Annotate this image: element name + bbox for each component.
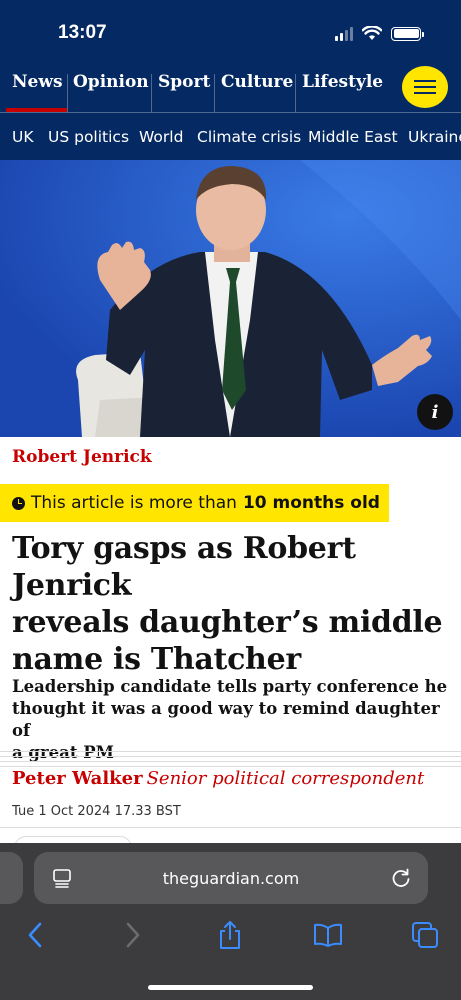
age-warning-duration: 10 months old — [242, 493, 380, 513]
hamburger-icon — [414, 80, 436, 82]
byline: Peter Walker Senior political corresponde… — [12, 768, 424, 789]
back-button[interactable] — [18, 918, 52, 952]
menu-button[interactable] — [402, 66, 448, 108]
pillar-lifestyle[interactable]: Lifestyle — [296, 62, 396, 112]
status-icons — [335, 26, 424, 41]
home-indicator — [148, 985, 313, 990]
divider — [0, 751, 461, 752]
pillar-lifestyle-label: Lifestyle — [302, 72, 384, 92]
pillar-sport[interactable]: Sport — [152, 62, 214, 112]
image-info-button[interactable]: i — [417, 394, 453, 430]
hero-photo — [0, 160, 461, 437]
standfirst-line: thought it was a good way to remind daug… — [12, 699, 440, 740]
subnav-item-climate-crisis[interactable]: Climate crisis — [197, 128, 301, 146]
tabs-button[interactable] — [408, 918, 442, 952]
pillar-opinion-label: Opinion — [73, 72, 149, 92]
divider — [0, 756, 461, 757]
headline-line: reveals daughter’s middle — [12, 605, 443, 640]
hamburger-icon-bar — [414, 92, 436, 94]
subnav: UK US politics World Climate crisis Midd… — [0, 113, 461, 160]
cellular-signal-icon — [335, 26, 353, 41]
forward-button[interactable] — [116, 918, 150, 952]
wifi-icon — [362, 26, 382, 40]
age-warning-text: This article is more than — [31, 493, 237, 513]
series-kicker[interactable]: Robert Jenrick — [12, 447, 152, 467]
share-icon — [220, 921, 240, 949]
status-time: 13:07 — [58, 22, 107, 43]
headline-line: name is Thatcher — [12, 642, 301, 677]
subnav-item-us-politics[interactable]: US politics — [48, 128, 129, 146]
reload-icon[interactable] — [390, 867, 412, 889]
pillar-news-label: News — [12, 72, 63, 92]
subnav-item-world[interactable]: World — [139, 128, 183, 146]
url-text[interactable]: theguardian.com — [34, 869, 428, 888]
divider — [0, 766, 461, 767]
publish-date: Tue 1 Oct 2024 17.33 BST — [12, 804, 181, 819]
pillar-news[interactable]: News — [6, 62, 67, 112]
hero-image — [0, 160, 461, 437]
author-role: Senior political correspondent — [146, 768, 425, 789]
pillar-sport-label: Sport — [158, 72, 211, 92]
status-bar: 13:07 — [0, 0, 461, 62]
previous-tab-peek[interactable] — [0, 852, 23, 904]
pillar-culture-label: Culture — [221, 72, 294, 92]
divider — [0, 761, 461, 762]
tabs-icon — [412, 922, 438, 948]
article-age-warning: This article is more than 10 months old — [0, 484, 389, 522]
pillar-nav: News Opinion Sport Culture Lifestyle — [0, 62, 461, 112]
author-link[interactable]: Peter Walker — [12, 768, 143, 789]
standfirst-line: Leadership candidate tells party confere… — [12, 677, 448, 696]
clock-icon — [12, 496, 25, 510]
address-bar[interactable]: theguardian.com — [34, 852, 428, 904]
hamburger-icon-bar — [414, 86, 436, 88]
chevron-left-icon — [28, 922, 42, 948]
subnav-item-ukraine[interactable]: Ukraine — [408, 128, 461, 146]
battery-icon — [391, 26, 424, 41]
subnav-item-middle-east[interactable]: Middle East — [308, 128, 398, 146]
chevron-right-icon — [126, 922, 140, 948]
share-button[interactable] — [213, 918, 247, 952]
subnav-item-uk[interactable]: UK — [12, 128, 34, 146]
book-icon — [314, 923, 342, 947]
divider — [0, 827, 461, 828]
bookmarks-button[interactable] — [311, 918, 345, 952]
pillar-opinion[interactable]: Opinion — [67, 62, 150, 112]
pillar-culture[interactable]: Culture — [215, 62, 295, 112]
article-headline: Tory gasps as Robert Jenrick reveals dau… — [12, 530, 452, 678]
headline-line: Tory gasps as Robert Jenrick — [12, 531, 356, 603]
